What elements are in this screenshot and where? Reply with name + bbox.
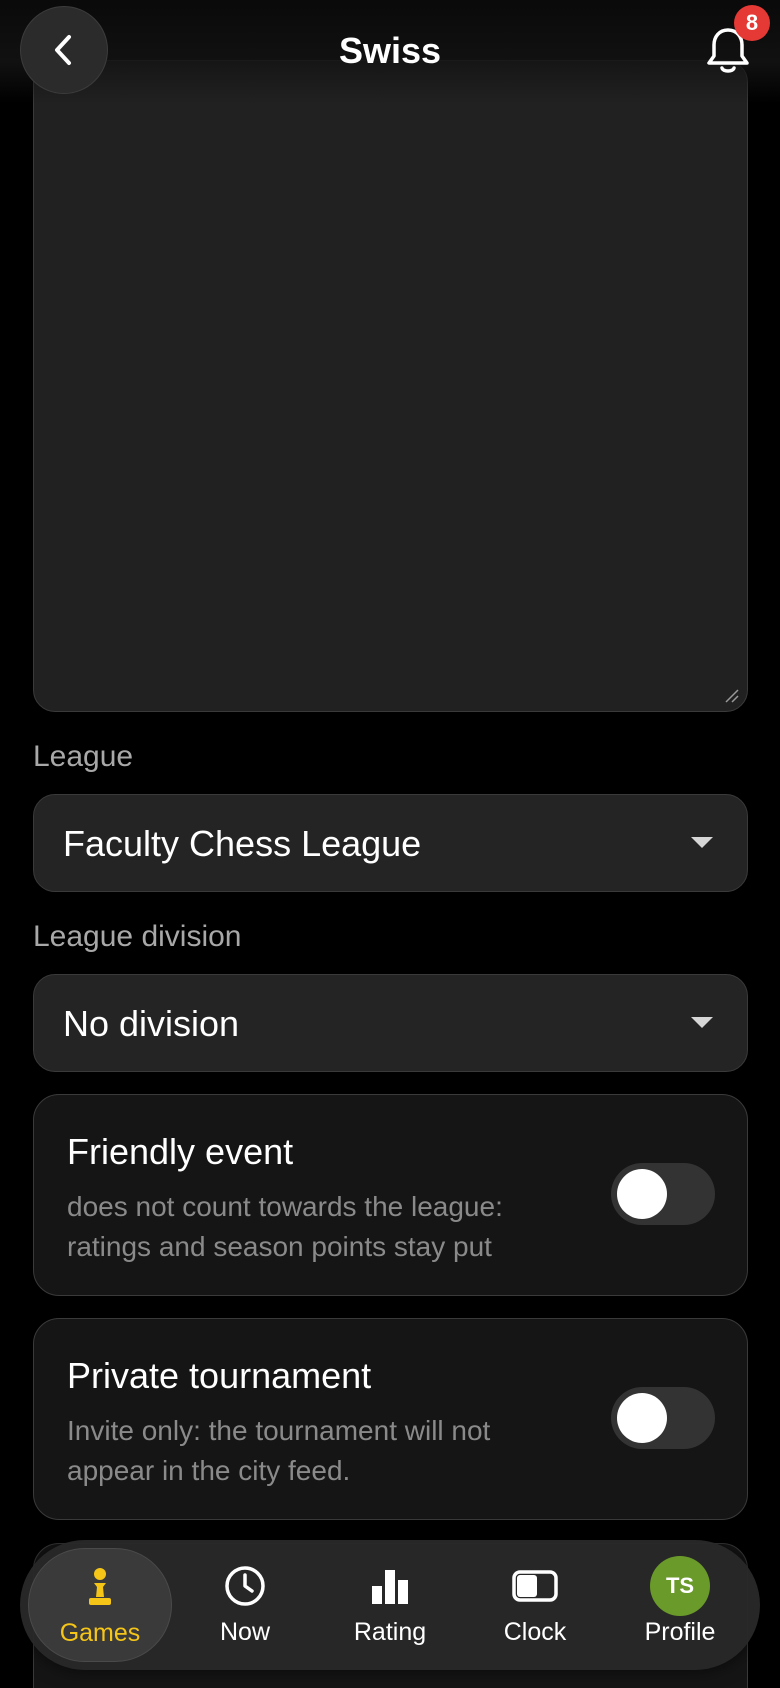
tab-now[interactable]: Now bbox=[173, 1548, 317, 1662]
description-textarea[interactable] bbox=[33, 60, 748, 712]
avatar: TS bbox=[650, 1556, 710, 1616]
private-tournament-toggle[interactable] bbox=[611, 1387, 715, 1449]
resize-grip-icon[interactable] bbox=[723, 687, 739, 703]
tab-label: Clock bbox=[503, 1618, 567, 1646]
private-tournament-card: Private tournament Invite only: the tour… bbox=[33, 1318, 748, 1520]
page-title: Swiss bbox=[338, 30, 442, 71]
league-select[interactable]: Faculty Chess League bbox=[33, 794, 748, 892]
caret-down-icon bbox=[691, 1017, 713, 1028]
tab-label: Games bbox=[59, 1619, 141, 1647]
division-select[interactable]: No division bbox=[33, 974, 748, 1072]
private-tournament-title: Private tournament bbox=[67, 1355, 372, 1396]
bar-chart-icon bbox=[372, 1570, 408, 1604]
caret-down-icon bbox=[691, 837, 713, 848]
friendly-event-card: Friendly event does not count towards th… bbox=[33, 1094, 748, 1296]
division-label: League division bbox=[33, 920, 242, 953]
toggle-knob bbox=[617, 1393, 667, 1443]
tab-clock[interactable]: Clock bbox=[463, 1548, 607, 1662]
swiss-settings-screen: Swiss 8 League Faculty Chess League Leag… bbox=[0, 0, 780, 1688]
chess-clock-icon bbox=[512, 1570, 558, 1602]
friendly-event-toggle[interactable] bbox=[611, 1163, 715, 1225]
pawn-icon bbox=[89, 1568, 111, 1605]
friendly-event-description: does not count towards the league: ratin… bbox=[67, 1191, 503, 1262]
tab-rating[interactable]: Rating bbox=[318, 1548, 462, 1662]
top-header: Swiss 8 bbox=[0, 0, 780, 104]
tab-games[interactable]: Games bbox=[28, 1548, 172, 1662]
private-tournament-description: Invite only: the tournament will not app… bbox=[67, 1415, 491, 1486]
bottom-tab-bar: Games Now Rating Clock TS Profile bbox=[20, 1540, 760, 1670]
tab-profile[interactable]: TS Profile bbox=[608, 1548, 752, 1662]
friendly-event-title: Friendly event bbox=[67, 1131, 294, 1172]
division-select-value: No division bbox=[63, 1003, 240, 1044]
toggle-knob bbox=[617, 1169, 667, 1219]
clock-icon bbox=[225, 1566, 265, 1606]
tab-label: Rating bbox=[353, 1618, 427, 1646]
tab-label: Now bbox=[219, 1618, 270, 1646]
league-select-value: Faculty Chess League bbox=[63, 823, 422, 864]
notification-badge: 8 bbox=[734, 5, 770, 41]
league-label: League bbox=[33, 740, 134, 773]
tab-label: Profile bbox=[644, 1618, 716, 1646]
